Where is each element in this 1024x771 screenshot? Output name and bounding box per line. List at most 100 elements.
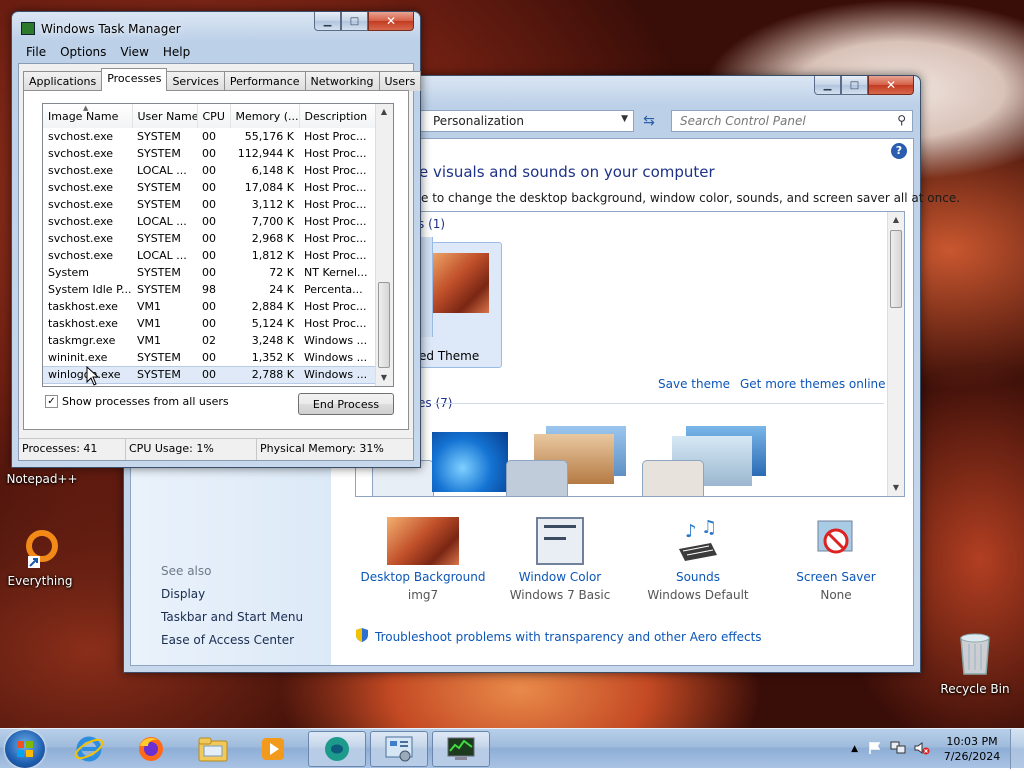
get-more-themes-link[interactable]: Get more themes online bbox=[740, 377, 886, 391]
desktop-icon-notepadpp[interactable]: Notepad++ bbox=[4, 472, 80, 486]
tab-networking[interactable]: Networking bbox=[304, 71, 380, 91]
taskbar-explorer[interactable] bbox=[184, 731, 242, 767]
scroll-up-icon[interactable]: ▲ bbox=[376, 104, 392, 120]
search-input[interactable]: Search Control Panel ⚲ bbox=[671, 110, 913, 132]
menu-file[interactable]: File bbox=[26, 45, 46, 59]
process-list[interactable]: ▲ Image Name User Name CPU Memory (... De… bbox=[42, 103, 394, 387]
minimize-button[interactable]: ▁ bbox=[314, 12, 341, 31]
table-row[interactable]: System SYSTEM 00 72 K NT Kernel... bbox=[43, 264, 376, 281]
address-bar[interactable]: Personalization ▼ bbox=[418, 110, 634, 132]
scroll-up-icon[interactable]: ▲ bbox=[888, 212, 904, 228]
process-list-scrollbar[interactable]: ▲ ▼ bbox=[375, 104, 393, 386]
maximize-button[interactable]: □ bbox=[841, 76, 868, 95]
action-center-flag-icon[interactable] bbox=[868, 741, 882, 758]
window-color-link[interactable]: Window Color bbox=[495, 570, 625, 584]
task-manager-icon bbox=[21, 22, 35, 35]
table-row[interactable]: svchost.exe LOCAL ... 00 7,700 K Host Proc..… bbox=[43, 213, 376, 230]
end-process-button[interactable]: End Process bbox=[298, 393, 394, 415]
network-icon[interactable] bbox=[890, 741, 906, 758]
table-row[interactable]: svchost.exe SYSTEM 00 3,112 K Host Proc... bbox=[43, 196, 376, 213]
screen-saver-link[interactable]: Screen Saver bbox=[771, 570, 901, 584]
table-row[interactable]: svchost.exe SYSTEM 00 17,084 K Host Proc... bbox=[43, 179, 376, 196]
show-all-users-checkbox[interactable]: ✓ bbox=[45, 395, 58, 408]
volume-muted-icon[interactable] bbox=[914, 741, 930, 758]
show-hidden-icons-icon[interactable]: ▲ bbox=[851, 744, 858, 754]
see-also-link-display[interactable]: Display bbox=[161, 587, 205, 601]
svg-text:♫: ♫ bbox=[701, 517, 717, 538]
cell-description: Percenta... bbox=[304, 283, 363, 296]
table-row[interactable]: svchost.exe SYSTEM 00 2,968 K Host Proc... bbox=[43, 230, 376, 247]
sounds-link[interactable]: Sounds bbox=[633, 570, 763, 584]
taskbar-app[interactable] bbox=[308, 731, 366, 767]
taskbar-media-player[interactable] bbox=[244, 731, 302, 767]
column-header-description[interactable]: Description bbox=[299, 104, 377, 128]
close-button[interactable]: ✕ bbox=[868, 76, 914, 95]
table-row[interactable]: svchost.exe SYSTEM 00 112,944 K Host Proc... bbox=[43, 145, 376, 162]
troubleshoot-link[interactable]: Troubleshoot problems with transparency … bbox=[375, 630, 762, 644]
scroll-thumb[interactable] bbox=[890, 230, 902, 308]
see-also-link-taskbar[interactable]: Taskbar and Start Menu bbox=[161, 610, 303, 624]
clock[interactable]: 10:03 PM 7/26/2024 bbox=[934, 734, 1010, 764]
desktop-icon-everything[interactable]: Everything bbox=[2, 528, 78, 588]
unsaved-theme-tile[interactable]: ed Theme bbox=[418, 237, 502, 368]
save-theme-link[interactable]: Save theme bbox=[658, 377, 730, 391]
minimize-button[interactable]: ▁ bbox=[814, 76, 841, 95]
menu-help[interactable]: Help bbox=[163, 45, 190, 59]
see-also-link-ease-of-access[interactable]: Ease of Access Center bbox=[161, 633, 294, 647]
start-button[interactable] bbox=[5, 730, 45, 768]
table-row[interactable]: taskmgr.exe VM1 02 3,248 K Windows ... bbox=[43, 332, 376, 349]
show-desktop-button[interactable] bbox=[1010, 729, 1024, 769]
column-header-memory[interactable]: Memory (... bbox=[230, 104, 300, 128]
tab-applications[interactable]: Applications bbox=[23, 71, 103, 91]
column-header-image-name[interactable]: ▲ Image Name bbox=[43, 104, 133, 128]
taskbar-firefox[interactable] bbox=[122, 731, 180, 767]
cell-image-name: svchost.exe bbox=[48, 232, 114, 245]
desktop-background-link[interactable]: Desktop Background bbox=[358, 570, 488, 584]
table-row[interactable]: svchost.exe LOCAL ... 00 1,812 K Host Proc..… bbox=[43, 247, 376, 264]
column-header-cpu[interactable]: CPU bbox=[197, 104, 231, 128]
screen-saver-value: None bbox=[820, 588, 852, 602]
table-row[interactable]: taskhost.exe VM1 00 2,884 K Host Proc... bbox=[43, 298, 376, 315]
search-icon[interactable]: ⚲ bbox=[897, 113, 906, 127]
tab-performance[interactable]: Performance bbox=[223, 71, 306, 91]
cell-user-name: SYSTEM bbox=[137, 283, 181, 296]
refresh-button[interactable]: ⇆ bbox=[638, 110, 660, 132]
table-row[interactable]: svchost.exe SYSTEM 00 55,176 K Host Proc... bbox=[43, 128, 376, 145]
taskbar-internet-explorer[interactable] bbox=[60, 731, 118, 767]
desktop-icon-recycle-bin[interactable]: Recycle Bin bbox=[937, 630, 1013, 696]
tab-services[interactable]: Services bbox=[166, 71, 225, 91]
maximize-button[interactable]: □ bbox=[341, 12, 368, 31]
theme-color-swatch bbox=[506, 460, 568, 496]
taskbar: ▲ 10:03 PM 7/26/2024 bbox=[0, 728, 1024, 769]
table-row[interactable]: svchost.exe LOCAL ... 00 6,148 K Host Proc..… bbox=[43, 162, 376, 179]
window-color-item[interactable]: Window Color Windows 7 Basic bbox=[495, 517, 625, 602]
scroll-down-icon[interactable]: ▼ bbox=[376, 370, 392, 386]
tab-processes[interactable]: Processes bbox=[101, 68, 168, 91]
table-row[interactable]: System Idle P... SYSTEM 98 24 K Percenta... bbox=[43, 281, 376, 298]
taskbar-task-manager[interactable] bbox=[432, 731, 490, 767]
menu-view[interactable]: View bbox=[120, 45, 148, 59]
show-all-users-option[interactable]: ✓ Show processes from all users bbox=[45, 395, 229, 408]
desktop-background-item[interactable]: Desktop Background img7 bbox=[358, 517, 488, 602]
help-icon[interactable]: ? bbox=[891, 143, 907, 159]
unsaved-theme-label: ed Theme bbox=[419, 349, 480, 363]
close-button[interactable]: ✕ bbox=[368, 12, 414, 31]
tab-users[interactable]: Users bbox=[378, 71, 422, 91]
cell-cpu: 00 bbox=[202, 350, 216, 364]
screen-saver-item[interactable]: Screen Saver None bbox=[771, 517, 901, 602]
aero-theme-architecture[interactable] bbox=[506, 426, 636, 496]
taskbar-control-panel[interactable] bbox=[370, 731, 428, 767]
chevron-down-icon[interactable]: ▼ bbox=[621, 114, 628, 124]
scroll-thumb[interactable] bbox=[378, 282, 390, 368]
themes-scrollbar[interactable]: ▲ ▼ bbox=[887, 212, 904, 496]
column-header-user-name[interactable]: User Name bbox=[132, 104, 198, 128]
close-icon: ✕ bbox=[885, 78, 897, 92]
menu-options[interactable]: Options bbox=[60, 45, 106, 59]
scroll-down-icon[interactable]: ▼ bbox=[888, 480, 904, 496]
table-row[interactable]: taskhost.exe VM1 00 5,124 K Host Proc... bbox=[43, 315, 376, 332]
table-row[interactable]: wininit.exe SYSTEM 00 1,352 K Windows ... bbox=[43, 349, 376, 366]
aero-theme-characters[interactable] bbox=[642, 426, 772, 496]
themes-list[interactable]: s (1) ed Theme Save theme Get more theme… bbox=[355, 211, 905, 497]
troubleshoot-row[interactable]: Troubleshoot problems with transparency … bbox=[355, 627, 762, 646]
sounds-item[interactable]: ♪ ♫ Sounds Windows Default bbox=[633, 517, 763, 602]
